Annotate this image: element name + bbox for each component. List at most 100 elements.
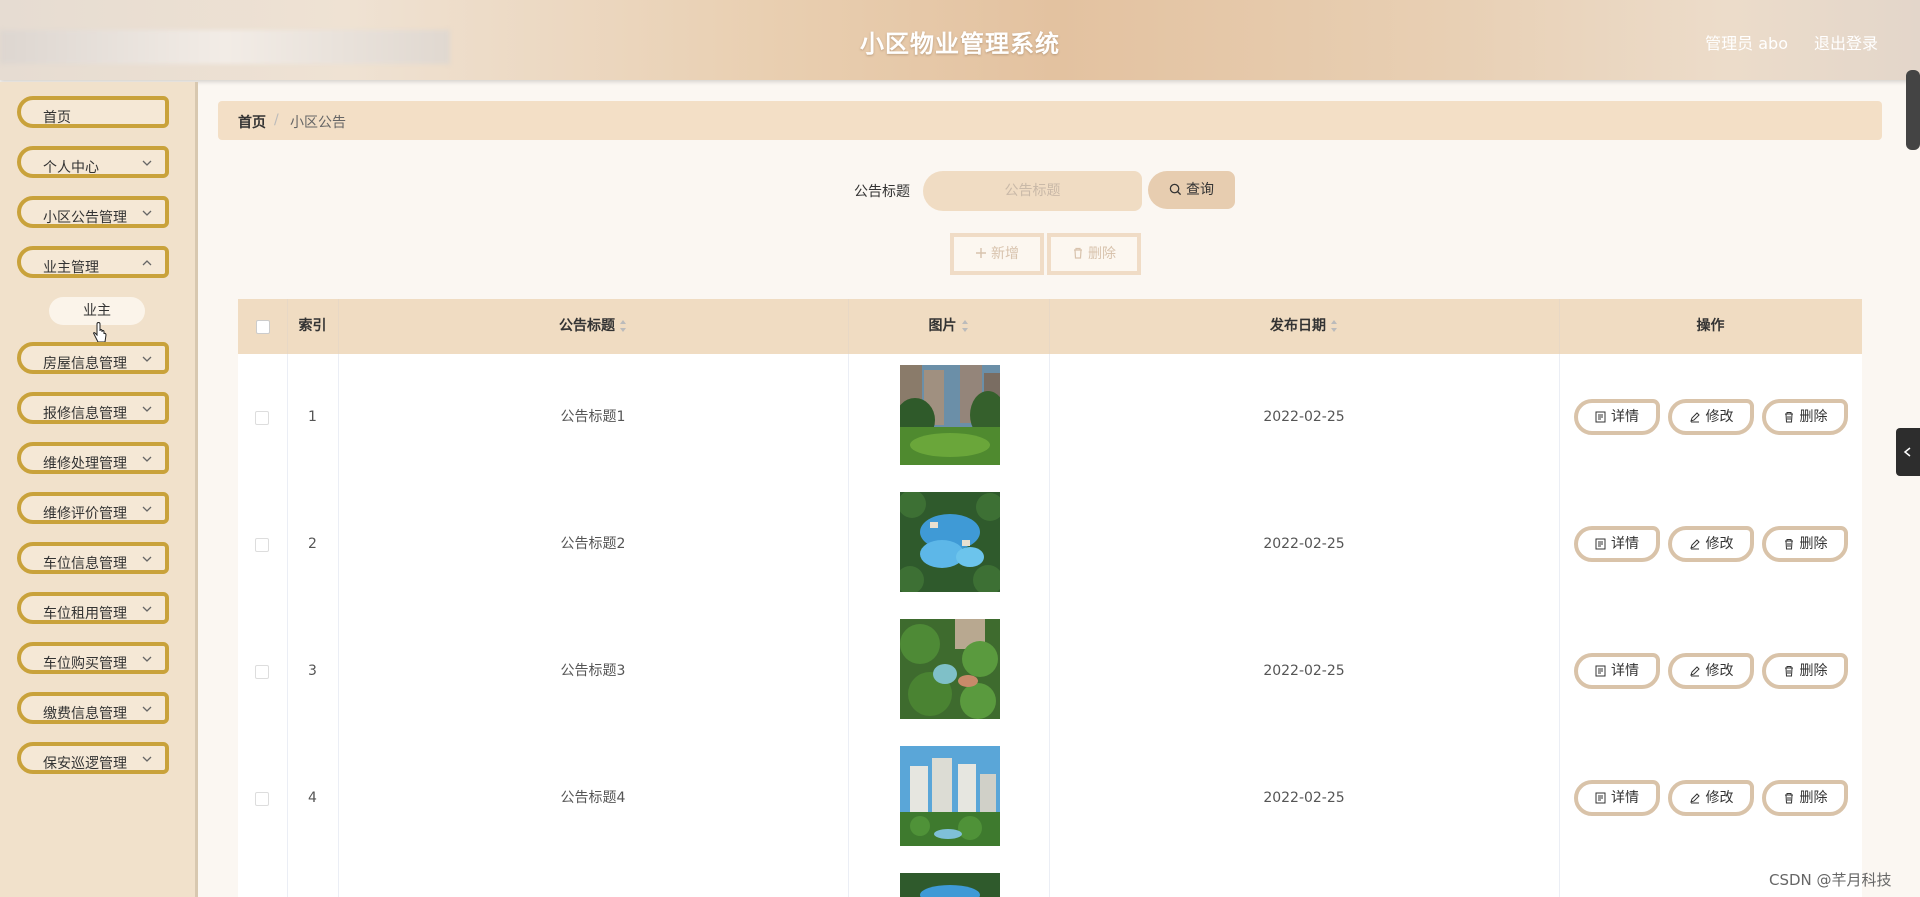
sidebar-item-label: 维修评价管理	[43, 506, 127, 522]
delete-button[interactable]: 删除	[1762, 653, 1848, 689]
sidebar-item-label: 车位信息管理	[43, 556, 127, 572]
detail-button[interactable]: 详情	[1574, 653, 1660, 689]
row-checkbox[interactable]	[255, 792, 269, 806]
sidebar-item-label: 小区公告管理	[43, 210, 127, 226]
header-ops: 操作	[1696, 318, 1725, 334]
sidebar-item-parking-buy[interactable]: 车位购买管理	[17, 642, 169, 674]
delete-button-label: 删除	[1799, 536, 1828, 552]
notice-image	[900, 492, 1000, 592]
sidebar-item-payment[interactable]: 缴费信息管理	[17, 692, 169, 724]
submenu-item-owner[interactable]: 业主	[49, 297, 145, 325]
document-icon	[1595, 792, 1606, 804]
chevron-down-icon	[142, 756, 152, 762]
row-checkbox[interactable]	[255, 665, 269, 679]
query-button[interactable]: 查询	[1148, 171, 1235, 209]
document-icon	[1595, 538, 1606, 550]
table-row: 3 公告标题3 2022-02-25 详情 修改 删除	[238, 608, 1862, 736]
breadcrumb-home[interactable]: 首页	[238, 112, 266, 132]
table-row: 4 公告标题4 2022-02-25 详情 修改 删除	[238, 735, 1862, 863]
row-index: 3	[287, 608, 339, 735]
sidebar-item-maintenance-management[interactable]: 维修处理管理	[17, 442, 169, 474]
notice-table: 索引 公告标题 图片 发布日期 操作 1 公告标题1 2022-02-25 详情…	[238, 299, 1862, 897]
row-select-cell	[238, 735, 288, 862]
notice-image	[900, 873, 1000, 897]
row-date: 2022-02-25	[1049, 735, 1560, 862]
chevron-down-icon	[142, 160, 152, 166]
chevron-down-icon	[142, 656, 152, 662]
sidebar-item-repair-management[interactable]: 报修信息管理	[17, 392, 169, 424]
sidebar-item-house-management[interactable]: 房屋信息管理	[17, 342, 169, 374]
edit-button[interactable]: 修改	[1668, 780, 1754, 816]
detail-button[interactable]: 详情	[1574, 780, 1660, 816]
row-title: 公告标题2	[338, 481, 849, 608]
watermark: CSDN @芊月科技	[1769, 871, 1892, 889]
detail-button[interactable]: 详情	[1574, 526, 1660, 562]
sidebar-item-parking-info[interactable]: 车位信息管理	[17, 542, 169, 574]
edit-button-label: 修改	[1705, 663, 1734, 679]
add-button-label: 新增	[991, 246, 1019, 262]
table-row: 1 公告标题1 2022-02-25 详情 修改 删除	[238, 354, 1862, 482]
row-checkbox[interactable]	[255, 538, 269, 552]
sidebar-item-notice-management[interactable]: 小区公告管理	[17, 196, 169, 228]
delete-button[interactable]: 删除	[1762, 399, 1848, 435]
sidebar-item-label: 报修信息管理	[43, 406, 127, 422]
trash-icon	[1784, 412, 1793, 423]
chevron-left-icon	[1903, 447, 1911, 457]
chevron-down-icon	[142, 456, 152, 462]
sidebar-item-owner-management[interactable]: 业主管理	[17, 246, 169, 278]
chevron-down-icon	[142, 556, 152, 562]
edit-button[interactable]: 修改	[1668, 399, 1754, 435]
sort-icon	[961, 320, 968, 332]
notice-image	[900, 619, 1000, 719]
sidebar-item-label: 车位租用管理	[43, 606, 127, 622]
delete-button-label: 删除	[1799, 663, 1828, 679]
document-icon	[1595, 411, 1606, 423]
sort-icon	[1331, 320, 1337, 332]
sidebar-item-security-patrol[interactable]: 保安巡逻管理	[17, 742, 169, 774]
edit-button[interactable]: 修改	[1668, 653, 1754, 689]
search-icon	[1169, 183, 1182, 196]
sidebar-item-home[interactable]: 首页	[17, 96, 169, 128]
trash-icon	[1784, 539, 1793, 550]
row-index-cell	[287, 862, 339, 897]
sidebar-item-review-management[interactable]: 维修评价管理	[17, 492, 169, 524]
header-title[interactable]: 公告标题	[338, 299, 849, 354]
add-button[interactable]: 新增	[950, 233, 1044, 275]
detail-button[interactable]: 详情	[1574, 399, 1660, 435]
delete-button[interactable]: 删除	[1762, 780, 1848, 816]
chevron-down-icon	[142, 706, 152, 712]
document-icon	[1595, 665, 1606, 677]
header-image[interactable]: 图片	[848, 299, 1050, 354]
row-select-cell	[238, 481, 288, 608]
sidebar-item-label: 车位购买管理	[43, 656, 127, 672]
row-date: 2022-02-25	[1049, 354, 1560, 481]
batch-delete-button[interactable]: 删除	[1047, 233, 1141, 275]
select-all-checkbox[interactable]	[256, 320, 270, 334]
header-date[interactable]: 发布日期	[1049, 299, 1560, 354]
sort-icon	[620, 320, 626, 332]
edit-icon	[1689, 539, 1700, 550]
header-select-all-cell	[238, 299, 288, 354]
row-checkbox[interactable]	[255, 411, 269, 425]
row-title-cell	[338, 862, 849, 897]
search-input[interactable]	[923, 171, 1142, 211]
edit-button-label: 修改	[1705, 536, 1734, 552]
sidebar-item-label: 个人中心	[43, 160, 99, 176]
detail-button-label: 详情	[1611, 663, 1639, 679]
batch-delete-button-label: 删除	[1088, 246, 1116, 262]
delete-button[interactable]: 删除	[1762, 526, 1848, 562]
logout-link[interactable]: 退出登录	[1814, 30, 1878, 54]
sidebar-item-parking-rent[interactable]: 车位租用管理	[17, 592, 169, 624]
notice-image	[900, 746, 1000, 846]
notice-image	[900, 365, 1000, 465]
sidebar-item-personal-center[interactable]: 个人中心	[17, 146, 169, 178]
edit-button[interactable]: 修改	[1668, 526, 1754, 562]
search-label: 公告标题	[854, 184, 910, 200]
page-scrollbar[interactable]	[1906, 70, 1920, 150]
header-index: 索引	[287, 299, 339, 354]
collapse-panel-tab[interactable]	[1896, 428, 1920, 476]
chevron-up-icon	[142, 260, 152, 266]
chevron-down-icon	[142, 506, 152, 512]
detail-button-label: 详情	[1611, 409, 1639, 425]
breadcrumb: 首页 / 小区公告	[218, 101, 1882, 140]
